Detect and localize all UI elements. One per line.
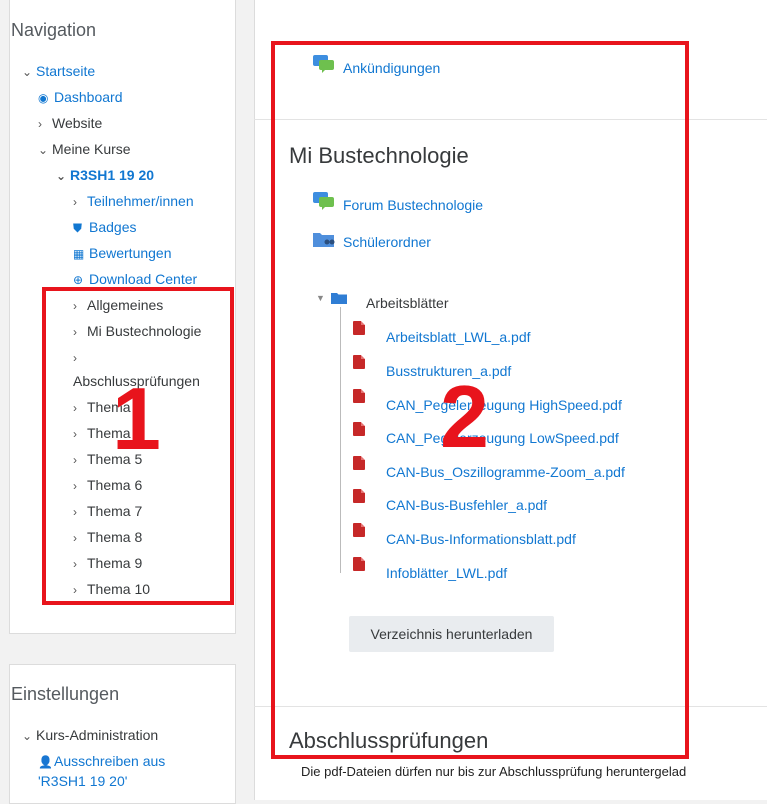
annotation-number-1: 1 [112, 369, 161, 468]
nav-startseite[interactable]: ⌄ Startseite [22, 62, 95, 81]
nav-bewertungen[interactable]: ▦ Bewertungen [73, 244, 172, 263]
nav-ausschreiben[interactable]: 👤Ausschreiben aus [38, 752, 165, 771]
shield-icon: ⛊ [73, 221, 83, 235]
navigation-title: Navigation [11, 20, 97, 40]
nav-dashboard[interactable]: ◉ Dashboard [38, 88, 123, 107]
nav-teilnehmer[interactable]: › Teilnehmer/innen [73, 192, 194, 211]
settings-title: Einstellungen [11, 684, 120, 704]
nav-course-r3sh1[interactable]: ⌄ R3SH1 19 20 [56, 166, 154, 185]
nav-ausschreiben-course[interactable]: 'R3SH1 19 20' [38, 772, 127, 790]
annotation-number-2: 2 [440, 367, 489, 466]
nav-meine-kurse[interactable]: ⌄ Meine Kurse [38, 140, 131, 159]
chevron-right-icon: › [73, 195, 77, 209]
dashboard-icon: ◉ [38, 91, 49, 105]
nav-website[interactable]: › Website [38, 114, 102, 133]
section-description: Die pdf-Dateien dürfen nur bis zur Absch… [301, 764, 687, 779]
chevron-right-icon: › [38, 117, 42, 131]
chevron-down-icon: ⌄ [22, 65, 33, 79]
chevron-down-icon: ⌄ [56, 169, 67, 183]
nav-badges[interactable]: ⛊ Badges [73, 218, 136, 237]
chevron-down-icon: ⌄ [38, 143, 49, 157]
table-icon: ▦ [73, 247, 85, 261]
nav-kurs-administration[interactable]: ⌄ Kurs-Administration [22, 726, 158, 745]
user-icon: 👤 [38, 755, 53, 769]
chevron-down-icon: ⌄ [22, 729, 33, 743]
